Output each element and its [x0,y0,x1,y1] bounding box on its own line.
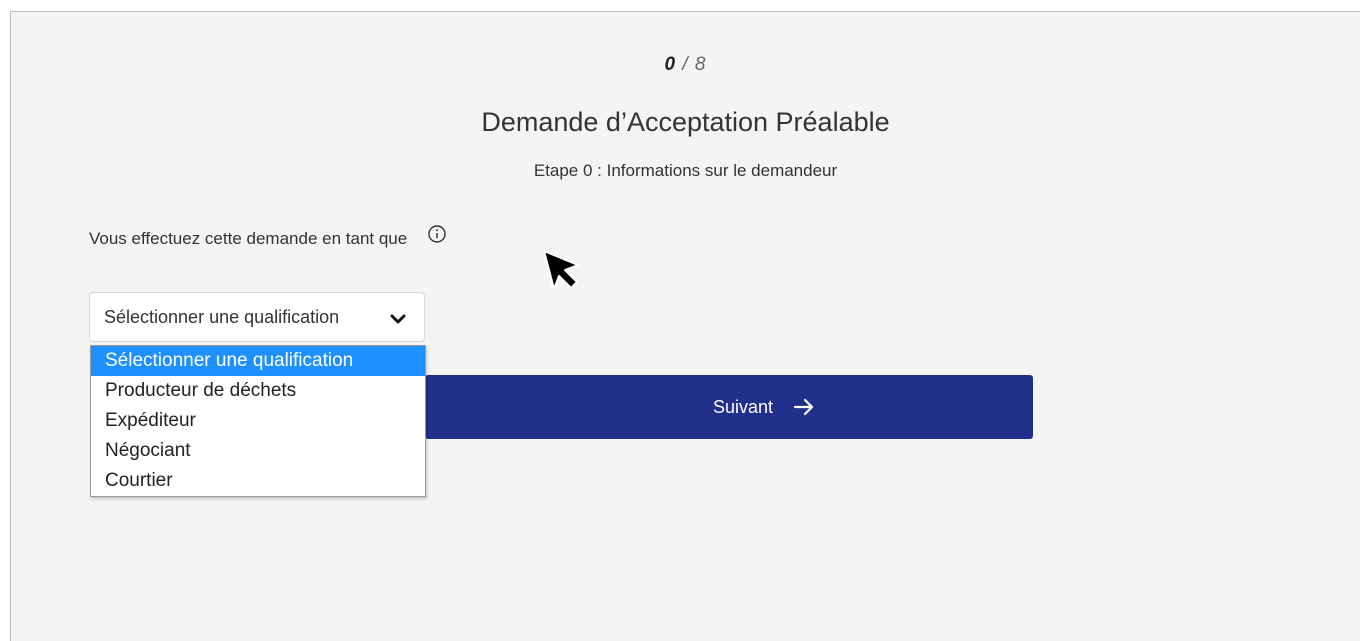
step-progress: 0 / 8 [11,54,1360,76]
qualification-question: Vous effectuez cette demande en tant que [89,225,447,249]
option-negociant[interactable]: Négociant [91,436,425,466]
next-button[interactable]: Suivant [425,375,1033,439]
qualification-question-label: Vous effectuez cette demande en tant que [89,229,408,248]
arrow-right-icon [793,398,815,416]
qualification-options-list: Sélectionner une qualification Producteu… [90,345,426,497]
page-title: Demande d’Acceptation Préalable [481,107,890,137]
option-producteur[interactable]: Producteur de déchets [91,376,425,406]
option-select-qualification[interactable]: Sélectionner une qualification [91,346,425,376]
qualification-select[interactable]: Sélectionner une qualification [89,292,425,342]
progress-total: 8 [694,54,707,75]
chevron-down-icon [390,310,406,324]
step-subtitle: Etape 0 : Informations sur le demandeur [533,161,838,180]
progress-current: 0 [664,54,677,75]
mouse-cursor-icon [542,249,582,291]
info-icon[interactable] [427,224,447,244]
option-courtier[interactable]: Courtier [91,466,425,496]
progress-separator: / [682,54,689,75]
form-page: 0 / 8 Demande d’Acceptation Préalable Et… [10,11,1360,641]
option-expediteur[interactable]: Expéditeur [91,406,425,436]
qualification-select-value: Sélectionner une qualification [104,306,340,327]
next-button-label: Suivant [712,396,774,417]
